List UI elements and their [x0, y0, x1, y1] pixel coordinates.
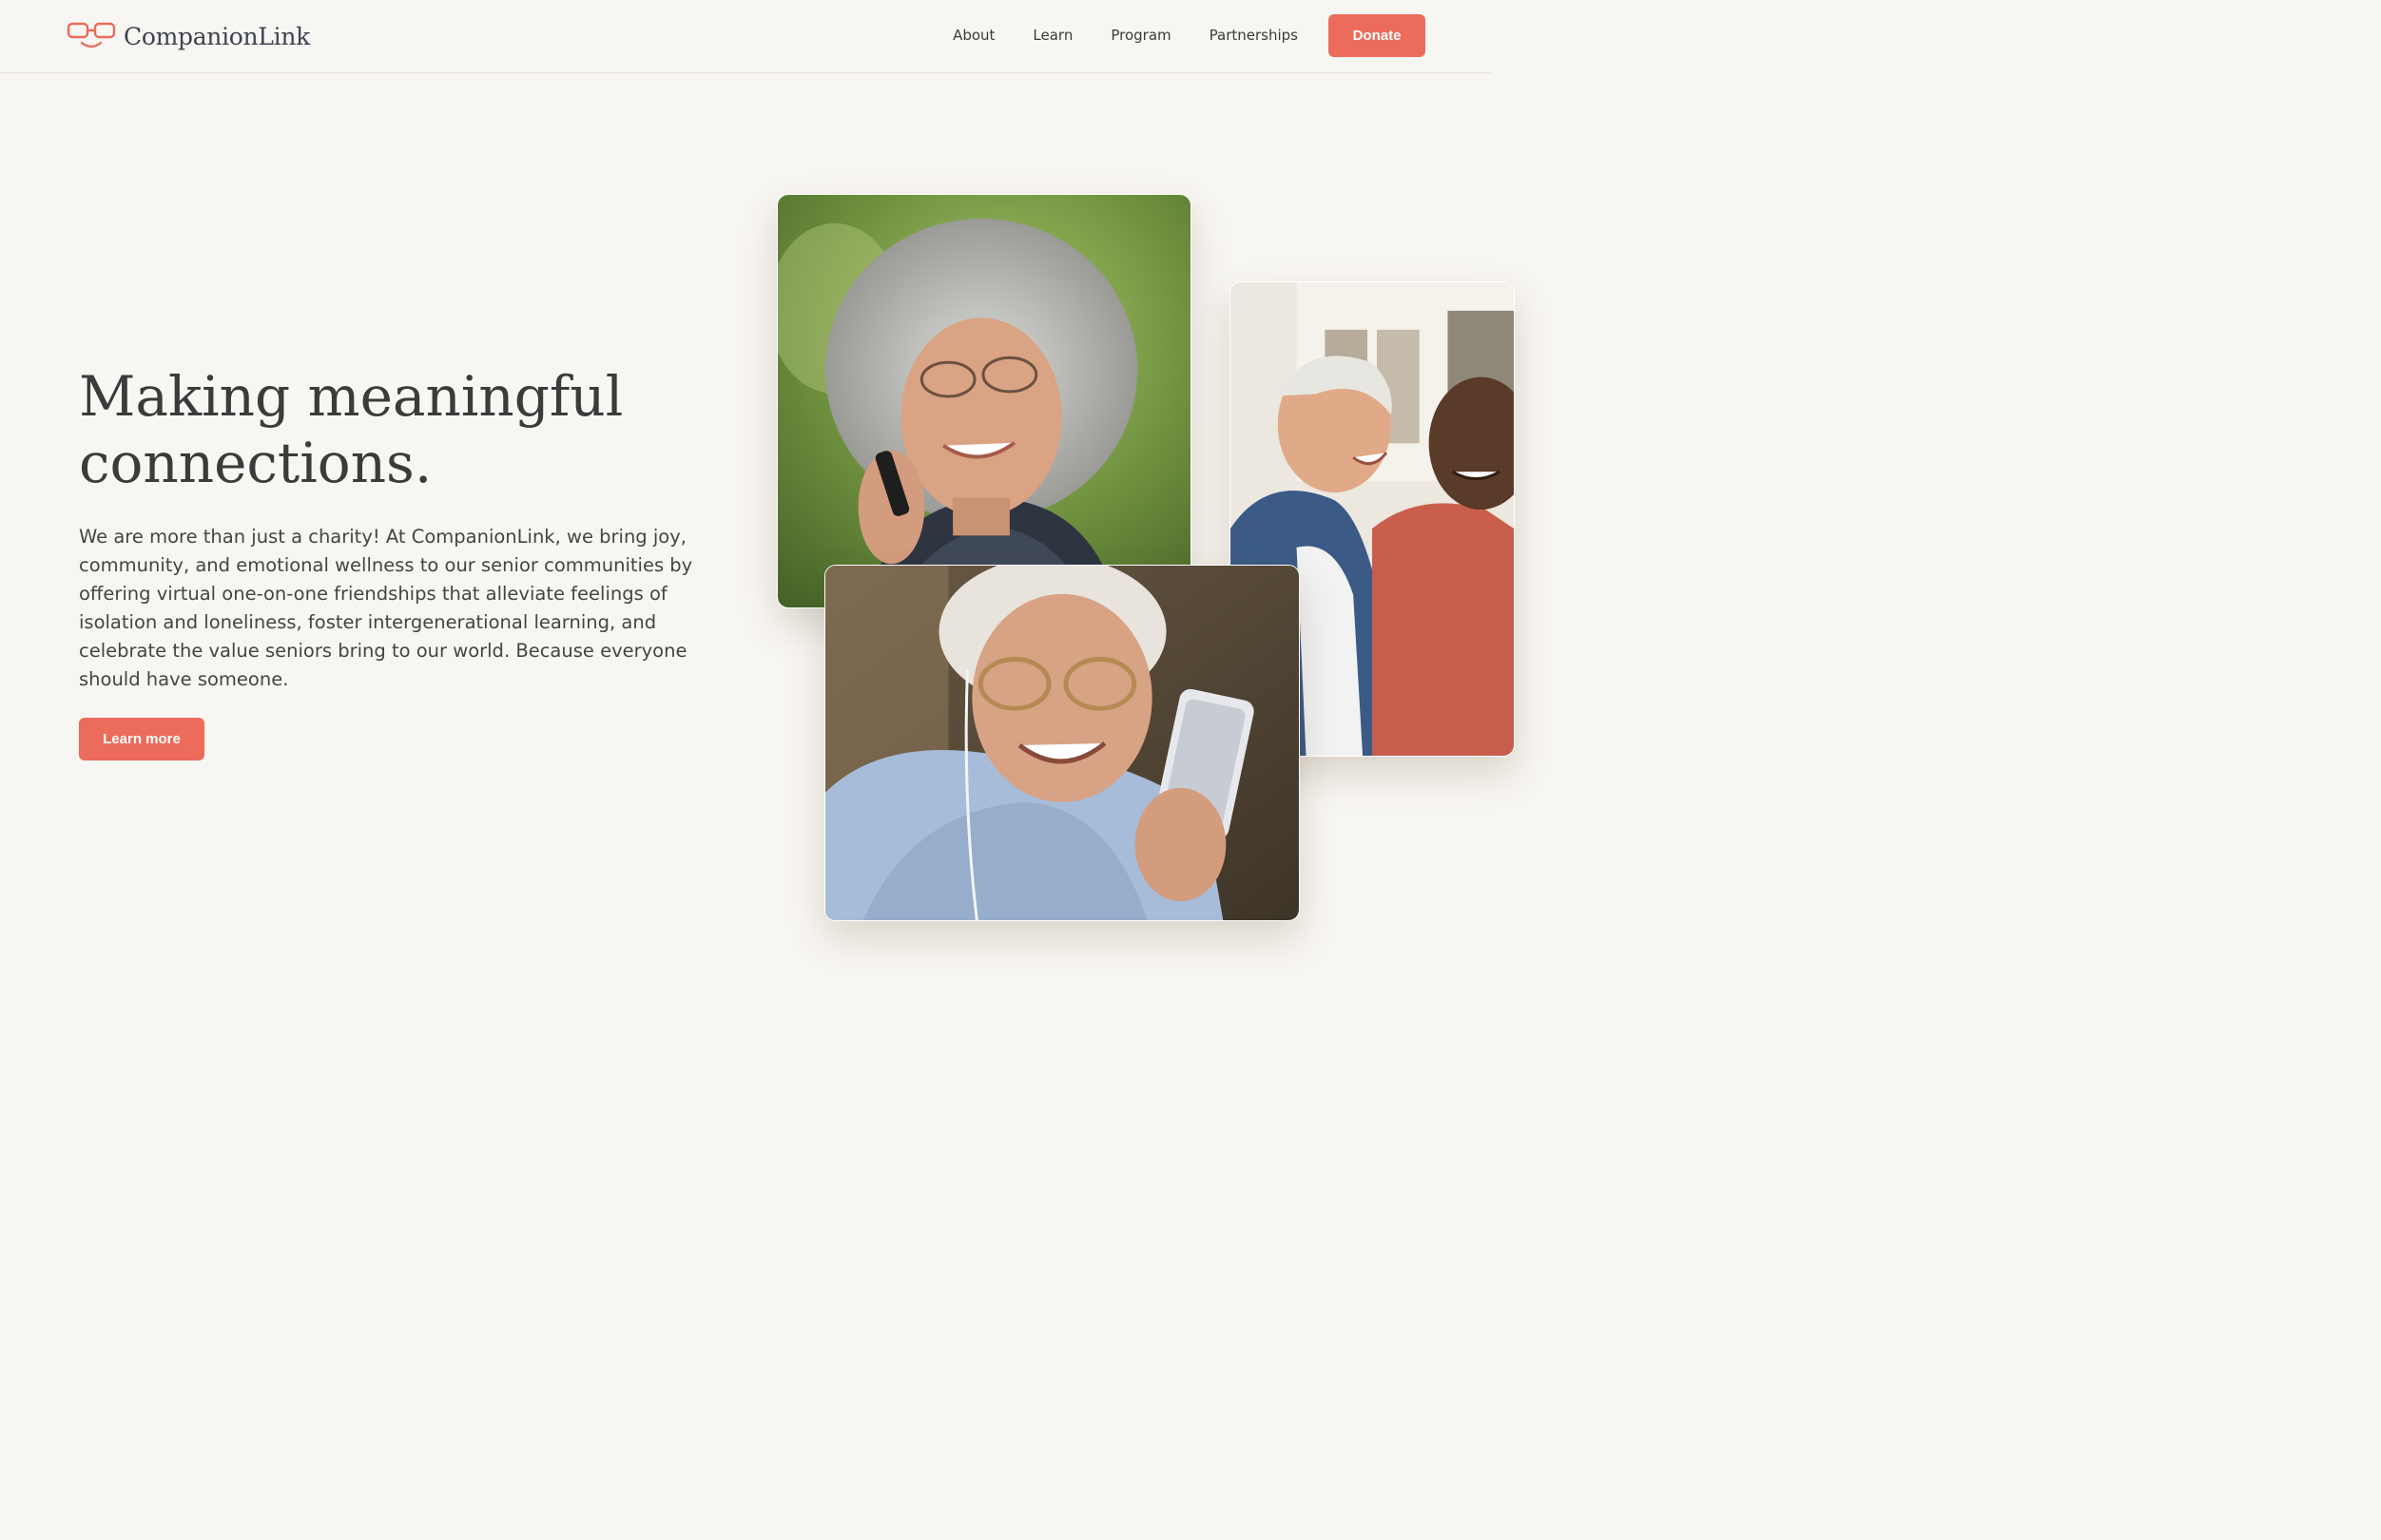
- hero-title-line-1: Making meaningful: [79, 364, 624, 429]
- linked-glasses-smile-icon: [67, 22, 116, 48]
- nav-link-program[interactable]: Program: [1111, 27, 1171, 44]
- brand-logo[interactable]: CompanionLink: [67, 19, 310, 53]
- brand-name: CompanionLink: [124, 22, 310, 50]
- nav-link-partnerships[interactable]: Partnerships: [1210, 27, 1298, 44]
- main-nav: About Learn Program Partnerships Donate: [953, 13, 1425, 57]
- site-header: CompanionLink About Learn Program Partne…: [0, 0, 1491, 73]
- donate-button[interactable]: Donate: [1328, 13, 1425, 57]
- nav-link-learn[interactable]: Learn: [1033, 27, 1073, 44]
- senior-woman-video-call-photo: [824, 565, 1300, 921]
- hero-description: We are more than just a charity! At Comp…: [79, 526, 693, 690]
- hero-title-line-2: connections.: [79, 431, 433, 495]
- learn-more-button[interactable]: Learn more: [79, 718, 204, 760]
- senior-woman-on-phone-photo: [777, 194, 1191, 608]
- hero-title: Making meaningful connections.: [79, 363, 687, 496]
- nav-link-about[interactable]: About: [953, 27, 995, 44]
